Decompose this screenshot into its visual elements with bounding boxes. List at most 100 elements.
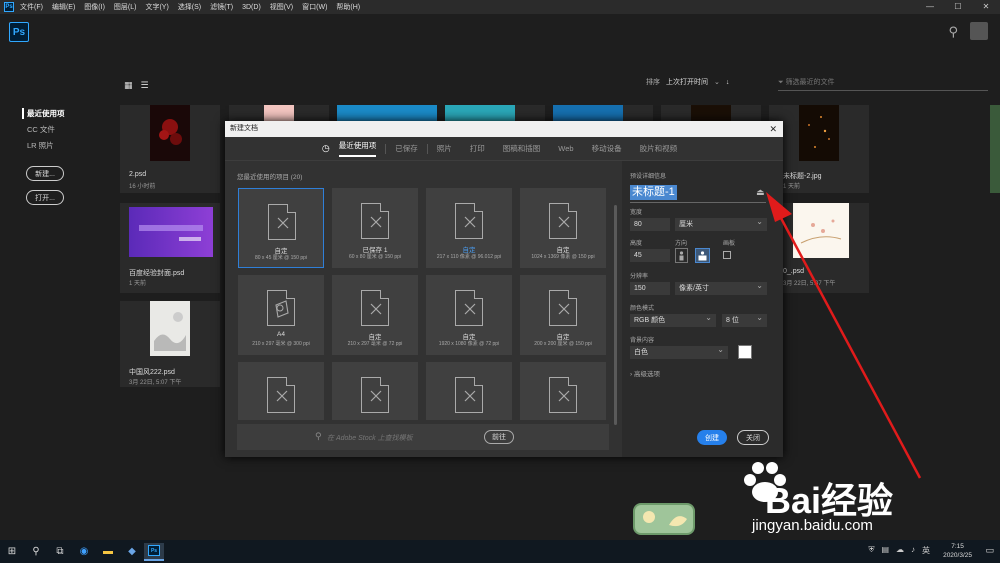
shield-icon[interactable]: ⛨ <box>868 545 874 556</box>
menu-window[interactable]: 窗口(W) <box>302 2 327 12</box>
file-thumbnail <box>129 207 213 257</box>
sort-dropdown[interactable]: 上次打开时间 <box>666 77 708 87</box>
tab-print[interactable]: 打印 <box>470 143 485 154</box>
folder-icon[interactable]: ▬ <box>96 546 120 557</box>
preset-card[interactable]: 自定 200 x 200 厘米 @ 150 ppi <box>520 275 606 355</box>
thumbnail-art <box>159 119 182 145</box>
tab-film-video[interactable]: 胶片和视频 <box>640 143 678 154</box>
preset-card[interactable]: 自定 1920 x 1080 像素 @ 72 ppi <box>426 275 512 355</box>
search-icon[interactable]: ⚲ <box>24 546 48 557</box>
close-icon[interactable]: ✕ <box>769 121 777 137</box>
preset-card[interactable]: A4 210 x 297 毫米 @ 300 ppi <box>238 275 324 355</box>
menu-file[interactable]: 文件(F) <box>20 2 43 12</box>
search-icon: ⚲ <box>315 431 322 441</box>
volume-icon[interactable]: ♪ <box>911 545 915 556</box>
menu-view[interactable]: 视图(V) <box>270 2 293 12</box>
color-mode-select[interactable]: RGB 颜色 <box>630 311 716 327</box>
preset-details-panel: 预设详细信息 未标题-1 ⏏ 宽度 80 厘米 高度 方向 画板 45 分辨率 … <box>622 161 783 457</box>
height-input[interactable]: 45 <box>630 249 670 262</box>
file-tile[interactable]: 2.psd 16 小时前 <box>120 105 220 193</box>
new-button[interactable]: 新建... <box>26 166 64 181</box>
menu-type[interactable]: 文字(Y) <box>145 2 168 12</box>
menu-layer[interactable]: 图层(L) <box>114 2 137 12</box>
sidebar-item-recent[interactable]: 最近使用项 <box>22 108 65 119</box>
tab-web[interactable]: Web <box>558 144 573 153</box>
taskbar-photoshop[interactable]: Ps <box>144 542 164 561</box>
width-unit-select[interactable]: 厘米 <box>675 215 767 231</box>
close-button[interactable]: 关闭 <box>737 430 769 445</box>
resolution-input[interactable]: 150 <box>630 282 670 295</box>
chevron-down-icon[interactable]: ⌄ <box>714 78 720 86</box>
file-date: 3月 22日, 5:07 下午 <box>783 281 836 287</box>
tab-art-illustration[interactable]: 图稿和插图 <box>503 143 541 154</box>
filter-input[interactable]: ⏷ 筛选最近的文件 <box>778 77 988 91</box>
start-icon[interactable]: ⊞ <box>0 546 24 557</box>
stock-search-bar: ⚲ 在 Adobe Stock 上查找模板 前往 <box>237 424 609 450</box>
list-view-icon[interactable]: ☰ <box>141 80 149 91</box>
tab-mobile[interactable]: 移动设备 <box>592 143 622 154</box>
tab-saved[interactable]: 已保存 <box>395 143 418 154</box>
file-tile[interactable]: 中国风222.psd 3月 22日, 5:07 下午 <box>120 301 220 387</box>
preset-tabs: ◷ 最近使用项 已保存 照片 打印 图稿和插图 Web 移动设备 胶片和视频 <box>225 137 783 161</box>
sidebar-item-cc-files[interactable]: CC 文件 <box>27 124 65 135</box>
network-icon[interactable]: ▤ <box>881 545 889 556</box>
menu-edit[interactable]: 编辑(E) <box>52 2 75 12</box>
preset-card[interactable]: 自定 217 x 110 像素 @ 96.012 ppi <box>426 188 512 268</box>
browser-icon[interactable]: ◉ <box>72 546 96 557</box>
presets-scrollbar[interactable] <box>614 205 617 425</box>
tab-photo[interactable]: 照片 <box>437 143 452 154</box>
preset-card[interactable]: 已保存 1 60 x 80 厘米 @ 150 ppi <box>332 188 418 268</box>
preset-card[interactable] <box>520 362 606 420</box>
document-icon <box>267 377 295 413</box>
advanced-options-toggle[interactable]: › 高级选项 <box>630 368 660 378</box>
thumbnail-art <box>139 225 203 241</box>
resolution-unit-select[interactable]: 像素/英寸 <box>675 279 767 295</box>
notification-icon[interactable]: ▭ <box>985 545 994 556</box>
file-tile[interactable]: 未标题-2.jpg 1 天前 <box>769 105 869 193</box>
file-tile[interactable]: 百度经验封面.psd 1 天前 <box>120 203 220 293</box>
menu-help[interactable]: 帮助(H) <box>336 2 360 12</box>
search-icon[interactable]: ⚲ <box>948 24 958 40</box>
sort-direction-icon[interactable]: ↓ <box>726 79 730 86</box>
document-name-field[interactable]: 未标题-1 <box>630 185 677 200</box>
preset-card[interactable]: 自定 210 x 297 毫米 @ 72 ppi <box>332 275 418 355</box>
task-view-icon[interactable]: ⧉ <box>48 546 72 557</box>
open-button[interactable]: 打开... <box>26 190 64 205</box>
clock[interactable]: 7:15 2020/3/25 <box>943 542 972 560</box>
file-tile[interactable]: 0_.psd 3月 22日, 5:07 下午 <box>769 203 869 293</box>
file-thumbnail <box>691 105 731 121</box>
app-icon[interactable]: ◆ <box>120 546 144 557</box>
create-button[interactable]: 创建 <box>697 430 727 445</box>
input-icon[interactable]: 英 <box>922 545 930 556</box>
cloud-icon[interactable]: ☁ <box>896 545 904 556</box>
background-color-swatch[interactable] <box>738 345 752 359</box>
dialog-title: 新建文档 <box>230 125 258 132</box>
advanced-options-label: 高级选项 <box>633 371 660 378</box>
preset-card[interactable]: 自定 80 x 45 厘米 @ 150 ppi <box>238 188 324 268</box>
document-icon <box>549 377 577 413</box>
minimize-button[interactable]: — <box>916 0 944 14</box>
save-preset-icon[interactable]: ⏏ <box>756 187 765 198</box>
menu-image[interactable]: 图像(I) <box>84 2 105 12</box>
stock-go-button[interactable]: 前往 <box>484 430 514 444</box>
portrait-orientation-icon[interactable] <box>675 248 688 263</box>
grid-view-icon[interactable]: ▦ <box>124 80 133 91</box>
artboard-checkbox[interactable] <box>723 251 731 259</box>
landscape-orientation-icon[interactable] <box>695 248 710 263</box>
close-window-button[interactable]: ✕ <box>972 0 1000 14</box>
preset-card[interactable] <box>238 362 324 420</box>
menu-3d[interactable]: 3D(D) <box>242 4 261 11</box>
width-input[interactable]: 80 <box>630 218 670 231</box>
bit-depth-select[interactable]: 8 位 <box>722 311 767 327</box>
preset-card[interactable] <box>426 362 512 420</box>
background-select[interactable]: 白色 <box>630 343 728 359</box>
tab-recent[interactable]: 最近使用项 <box>338 140 377 157</box>
menu-filter[interactable]: 滤镜(T) <box>210 2 233 12</box>
avatar[interactable] <box>970 22 988 40</box>
maximize-button[interactable]: ☐ <box>944 0 972 14</box>
menu-select[interactable]: 选择(S) <box>178 2 201 12</box>
sidebar-item-lr-photos[interactable]: LR 照片 <box>27 140 65 151</box>
stock-search-input[interactable]: 在 Adobe Stock 上查找模板 <box>327 433 413 443</box>
preset-card[interactable] <box>332 362 418 420</box>
preset-card[interactable]: 自定 1024 x 1369 像素 @ 150 ppi <box>520 188 606 268</box>
